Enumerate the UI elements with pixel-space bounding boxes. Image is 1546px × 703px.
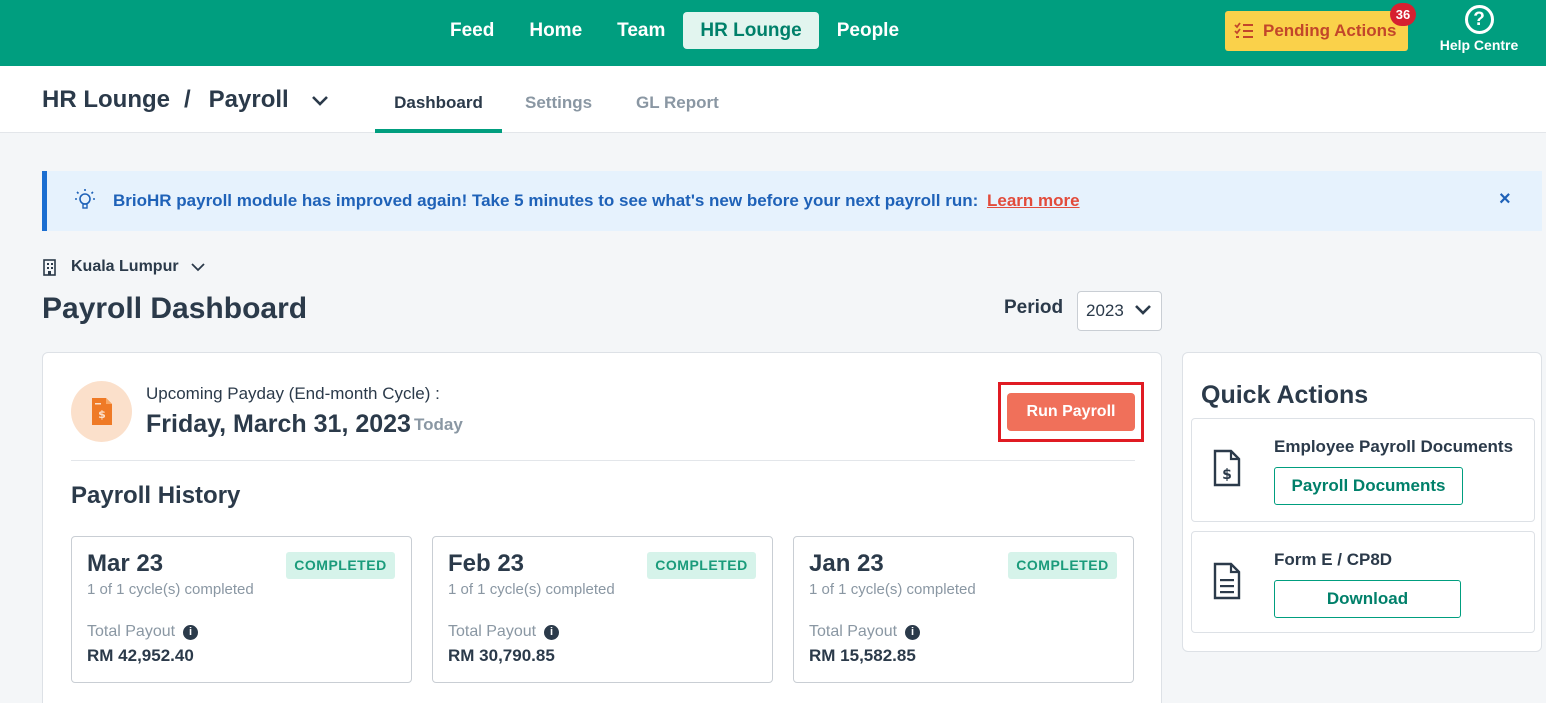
chevron-down-icon xyxy=(190,262,205,271)
today-tag: Today xyxy=(414,415,463,434)
total-payout-label: Total Payout i xyxy=(448,623,560,641)
upcoming-payday-date: Friday, March 31, 2023 xyxy=(146,410,411,438)
info-icon[interactable]: i xyxy=(905,624,921,640)
close-icon[interactable]: × xyxy=(1499,188,1511,211)
page-title: Payroll Dashboard xyxy=(42,292,308,325)
breadcrumb-current[interactable]: Payroll xyxy=(209,86,289,114)
breadcrumb: HR Lounge / Payroll xyxy=(42,86,329,114)
help-centre-button[interactable]: ? Help Centre xyxy=(1436,5,1522,53)
nav-feed[interactable]: Feed xyxy=(433,12,511,49)
chevron-down-icon xyxy=(1135,305,1151,315)
quick-action-title: Form E / CP8D xyxy=(1274,550,1393,569)
total-payout-amount: RM 15,582.85 xyxy=(809,646,916,665)
tab-settings[interactable]: Settings xyxy=(525,66,592,133)
download-button[interactable]: Download xyxy=(1274,580,1461,618)
tab-dashboard[interactable]: Dashboard xyxy=(375,66,502,133)
pending-actions-label: Pending Actions xyxy=(1263,21,1397,40)
checklist-icon xyxy=(1234,22,1253,38)
nav-people[interactable]: People xyxy=(820,12,916,49)
svg-text:$: $ xyxy=(98,408,106,421)
divider xyxy=(71,460,1135,461)
history-card[interactable]: Jan 23 1 of 1 cycle(s) completed COMPLET… xyxy=(793,536,1134,683)
building-icon xyxy=(43,258,56,276)
quick-action-title: Employee Payroll Documents xyxy=(1274,437,1514,456)
lightbulb-icon xyxy=(75,189,95,209)
info-icon[interactable]: i xyxy=(544,624,560,640)
run-payroll-button[interactable]: Run Payroll xyxy=(1007,393,1135,431)
breadcrumb-separator: / xyxy=(183,86,191,113)
history-card[interactable]: Mar 23 1 of 1 cycle(s) completed COMPLET… xyxy=(71,536,412,683)
quick-action-form-e: Form E / CP8D Download xyxy=(1191,531,1535,633)
banner-text: BrioHR payroll module has improved again… xyxy=(113,191,979,210)
period-value: 2023 xyxy=(1086,301,1124,320)
total-payout-amount: RM 30,790.85 xyxy=(448,646,555,665)
history-month: Feb 23 xyxy=(448,550,525,577)
history-month: Jan 23 xyxy=(809,550,884,577)
payroll-card: $ Upcoming Payday (End-month Cycle) : Fr… xyxy=(42,352,1162,703)
learn-more-link[interactable]: Learn more xyxy=(987,191,1080,210)
question-icon: ? xyxy=(1464,5,1494,34)
nav-home[interactable]: Home xyxy=(512,12,599,49)
banner-message: BrioHR payroll module has improved again… xyxy=(113,191,1080,211)
sub-header: HR Lounge / Payroll Dashboard Settings G… xyxy=(0,66,1546,133)
history-cycles: 1 of 1 cycle(s) completed xyxy=(87,581,254,598)
history-month: Mar 23 xyxy=(87,550,164,577)
total-payout-text: Total Payout xyxy=(809,623,898,640)
period-select[interactable]: 2023 xyxy=(1077,291,1162,331)
period-label: Period xyxy=(1004,297,1064,318)
history-cycles: 1 of 1 cycle(s) completed xyxy=(448,581,615,598)
nav-hr-lounge[interactable]: HR Lounge xyxy=(683,12,819,49)
run-payroll-highlight: Run Payroll xyxy=(998,382,1144,442)
status-badge: COMPLETED xyxy=(1008,552,1117,579)
total-payout-text: Total Payout xyxy=(448,623,537,640)
pending-actions-button[interactable]: Pending Actions xyxy=(1225,11,1408,51)
payroll-history-title: Payroll History xyxy=(71,482,241,509)
nav-team[interactable]: Team xyxy=(600,12,682,49)
dollar-document-icon: $ xyxy=(1213,449,1241,487)
payslip-icon: $ xyxy=(71,381,132,442)
total-payout-amount: RM 42,952.40 xyxy=(87,646,194,665)
status-badge: COMPLETED xyxy=(647,552,756,579)
total-payout-label: Total Payout i xyxy=(809,623,921,641)
pending-count-badge: 36 xyxy=(1390,3,1416,26)
document-icon xyxy=(1213,562,1241,600)
tab-gl-report[interactable]: GL Report xyxy=(636,66,719,133)
main-nav: Feed Home Team HR Lounge People xyxy=(433,12,917,49)
total-payout-text: Total Payout xyxy=(87,623,176,640)
quick-actions-title: Quick Actions xyxy=(1201,381,1369,409)
history-card[interactable]: Feb 23 1 of 1 cycle(s) completed COMPLET… xyxy=(432,536,773,683)
history-cycles: 1 of 1 cycle(s) completed xyxy=(809,581,976,598)
info-icon[interactable]: i xyxy=(183,624,199,640)
svg-text:$: $ xyxy=(1222,467,1232,483)
chevron-down-icon[interactable] xyxy=(311,95,329,107)
top-navbar: Feed Home Team HR Lounge People Pending … xyxy=(0,0,1546,66)
breadcrumb-root[interactable]: HR Lounge xyxy=(42,86,170,114)
help-centre-label: Help Centre xyxy=(1439,37,1519,53)
total-payout-label: Total Payout i xyxy=(87,623,199,641)
info-banner: BrioHR payroll module has improved again… xyxy=(42,171,1542,231)
location-selector[interactable]: Kuala Lumpur xyxy=(42,258,205,276)
location-label: Kuala Lumpur xyxy=(71,258,179,275)
quick-action-payroll-documents: $ Employee Payroll Documents Payroll Doc… xyxy=(1191,418,1535,522)
upcoming-payday-label: Upcoming Payday (End-month Cycle) : xyxy=(146,384,440,403)
status-badge: COMPLETED xyxy=(286,552,395,579)
payroll-documents-button[interactable]: Payroll Documents xyxy=(1274,467,1463,505)
quick-actions-panel: Quick Actions $ Employee Payroll Documen… xyxy=(1182,352,1542,652)
